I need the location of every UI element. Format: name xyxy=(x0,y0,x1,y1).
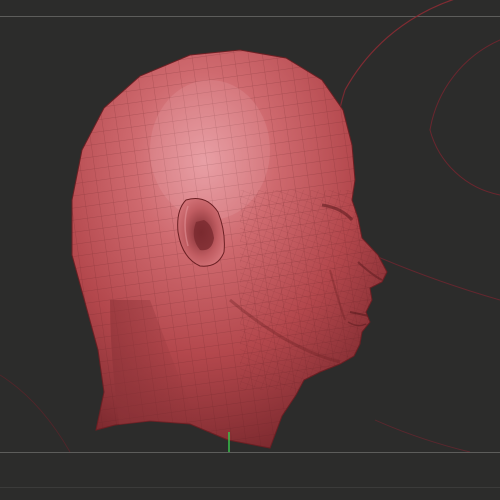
gizmo-ring-inner[interactable] xyxy=(429,39,500,196)
gizmo-ring-outer[interactable] xyxy=(344,0,500,91)
viewport-scene[interactable] xyxy=(0,0,500,500)
head-model[interactable] xyxy=(60,40,400,460)
3d-viewport[interactable] xyxy=(0,0,500,500)
viewport-guide-line-bottom xyxy=(0,452,500,453)
viewport-guide-line-floor xyxy=(0,487,500,488)
